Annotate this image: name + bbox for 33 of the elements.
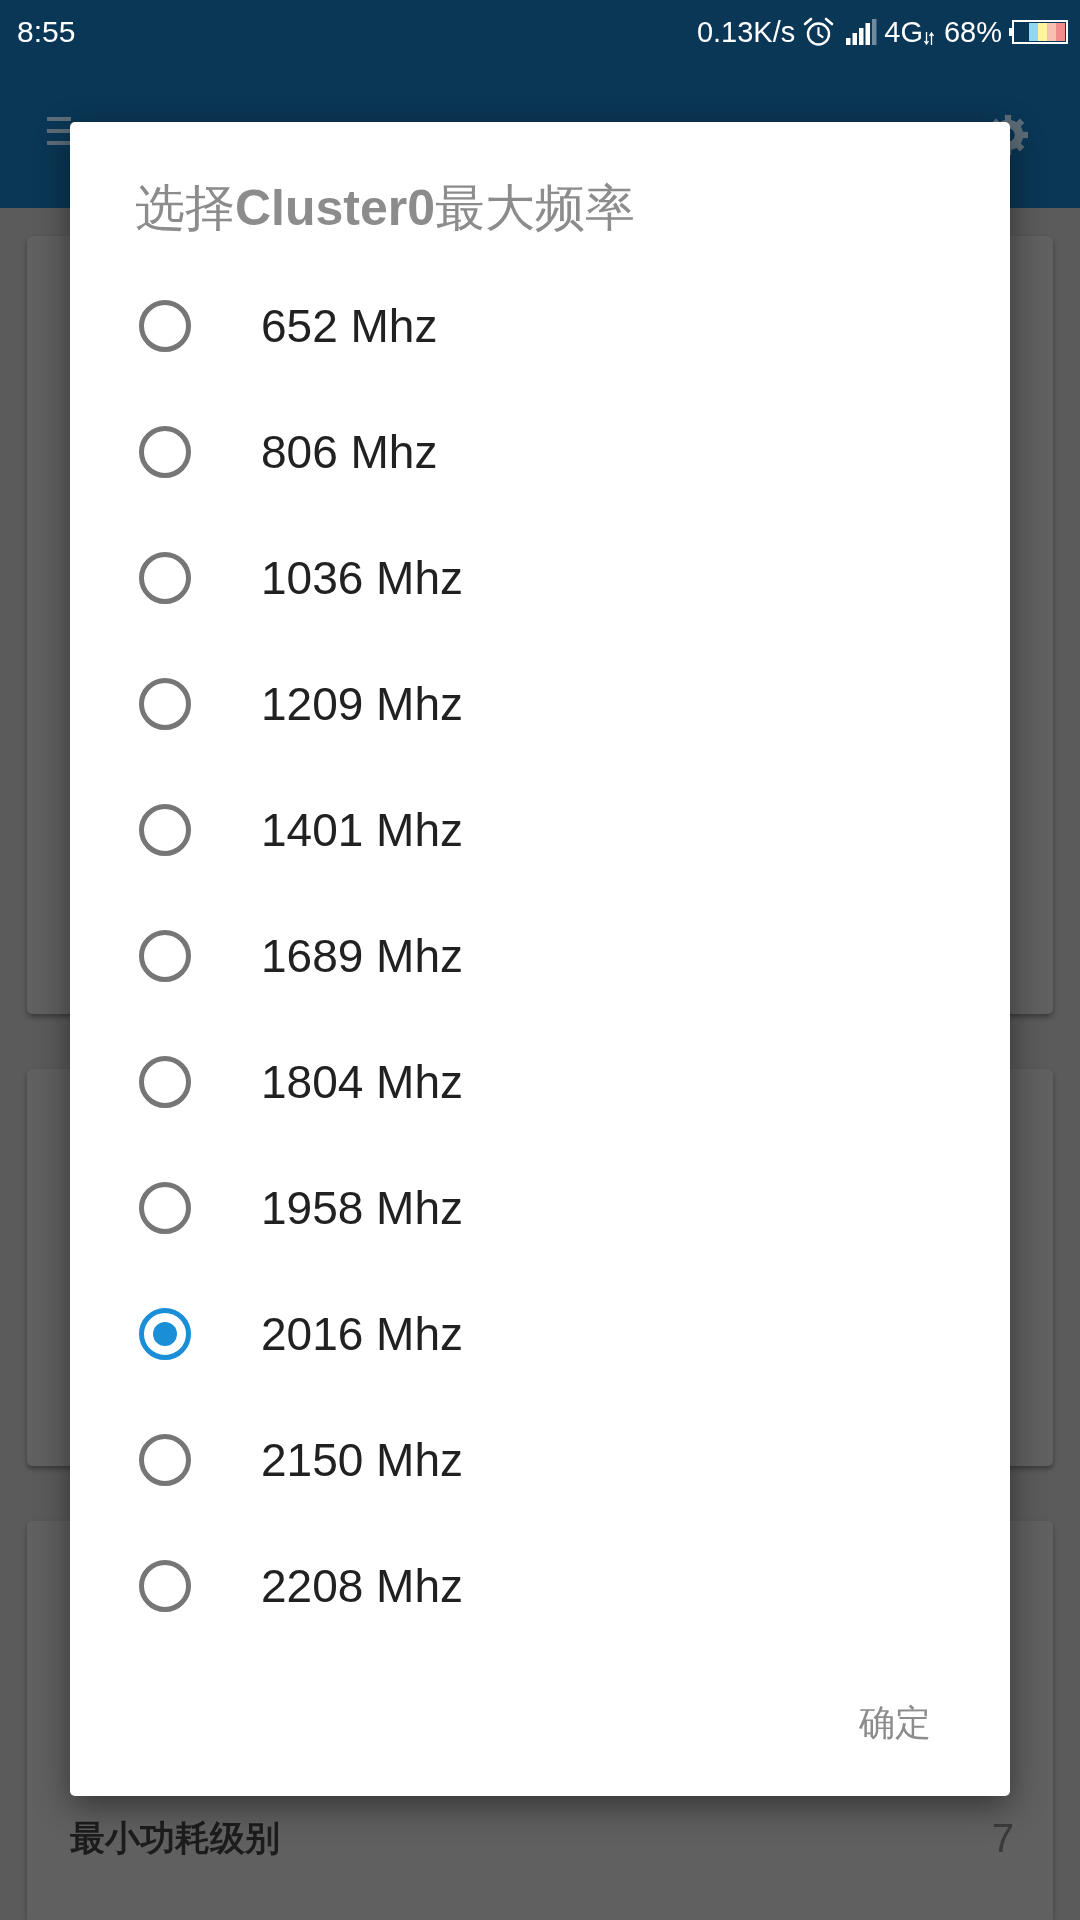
radio-icon[interactable] — [139, 678, 191, 730]
radio-icon[interactable] — [139, 1056, 191, 1108]
radio-option[interactable]: 806 Mhz — [70, 389, 1010, 515]
data-arrows-icon — [923, 31, 934, 45]
battery-icon — [1009, 20, 1068, 44]
radio-icon[interactable] — [139, 804, 191, 856]
radio-icon[interactable] — [139, 552, 191, 604]
radio-option[interactable]: 652 Mhz — [70, 263, 1010, 389]
network-speed: 0.13K/s — [696, 15, 796, 49]
radio-icon[interactable] — [139, 1434, 191, 1486]
radio-option[interactable]: 1401 Mhz — [70, 767, 1010, 893]
network-type: 4G — [884, 15, 923, 49]
radio-icon[interactable] — [139, 300, 191, 352]
signal-icon — [846, 19, 878, 45]
radio-option[interactable]: 1209 Mhz — [70, 641, 1010, 767]
menu-icon[interactable] — [47, 116, 71, 146]
battery-percent: 68% — [943, 15, 1002, 49]
radio-option[interactable]: 1958 Mhz — [70, 1145, 1010, 1271]
radio-icon[interactable] — [139, 1308, 191, 1360]
radio-option[interactable]: 1036 Mhz — [70, 515, 1010, 641]
radio-option[interactable]: 2150 Mhz — [70, 1397, 1010, 1523]
radio-icon[interactable] — [139, 426, 191, 478]
dialog-title: 选择Cluster0最大频率 — [134, 179, 637, 238]
setting-label: 最小功耗级别 — [70, 1817, 280, 1859]
radio-icon[interactable] — [139, 1560, 191, 1612]
radio-option[interactable]: 1689 Mhz — [70, 893, 1010, 1019]
radio-option[interactable]: 1804 Mhz — [70, 1019, 1010, 1145]
radio-icon[interactable] — [139, 930, 191, 982]
radio-option[interactable]: 2016 Mhz — [70, 1271, 1010, 1397]
radio-icon[interactable] — [139, 1182, 191, 1234]
radio-option[interactable]: 2208 Mhz — [70, 1523, 1010, 1649]
clock-time: 8:55 — [17, 15, 76, 49]
alarm-clock-icon — [803, 16, 835, 48]
